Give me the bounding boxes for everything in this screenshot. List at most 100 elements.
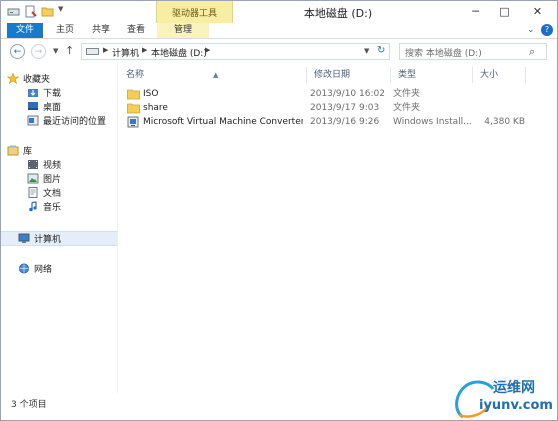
address-history-icon[interactable]: ▼ <box>364 47 369 55</box>
drive-tools-context-header: 驱动器工具 <box>156 1 233 23</box>
address-bar[interactable]: ▶ 计算机 ▶ 本地磁盘 (D:) ▶ ▼ ↻ <box>81 43 390 60</box>
properties-icon[interactable] <box>24 5 37 18</box>
file-type: Windows Install... <box>393 117 471 127</box>
nav-libraries-label: 库 <box>23 146 33 157</box>
nav-favorites[interactable]: 收藏夹 <box>1 71 117 85</box>
nav-item-label: 图片 <box>43 174 62 185</box>
nav-item-label: 最近访问的位置 <box>43 116 107 127</box>
table-row[interactable]: ISO 2013/9/10 16:02 文件夹 <box>125 87 531 101</box>
nav-network-label: 网络 <box>34 264 53 275</box>
drive-icon[interactable] <box>7 5 20 18</box>
file-type: 文件夹 <box>393 89 421 99</box>
file-date: 2013/9/10 16:02 <box>310 89 385 99</box>
nav-item-videos[interactable]: 视频 <box>1 157 117 171</box>
column-header-label: 大小 <box>480 70 499 80</box>
file-size <box>471 101 525 115</box>
nav-item-desktop[interactable]: 桌面 <box>1 99 117 113</box>
close-button[interactable]: ✕ <box>519 1 556 21</box>
file-size <box>471 87 525 101</box>
pictures-icon <box>27 173 39 184</box>
breadcrumb-computer[interactable]: 计算机 <box>112 46 139 59</box>
watermark-domain: iyunv.com <box>479 398 553 413</box>
up-arrow-icon[interactable]: ↑ <box>65 44 74 57</box>
watermark-brand: 运维网 <box>493 380 535 396</box>
pane-divider[interactable] <box>117 63 118 393</box>
forward-arrow-icon: → <box>34 46 43 57</box>
nav-item-label: 下载 <box>43 88 62 99</box>
column-header-size[interactable]: 大小 <box>473 67 526 83</box>
nav-libraries[interactable]: 库 <box>1 143 117 157</box>
tab-home[interactable]: 主页 <box>49 23 81 38</box>
table-row[interactable]: Microsoft Virtual Machine Converter ... … <box>125 115 531 129</box>
tab-view[interactable]: 查看 <box>121 23 151 38</box>
file-date: 2013/9/17 9:03 <box>310 103 380 113</box>
context-group-label: 驱动器工具 <box>171 9 217 19</box>
navigation-pane: 收藏夹 下载 桌面 最近访问的位置 库 视频 图片 文档 音乐 计算机 网络 <box>1 63 117 393</box>
navigation-bar: ← → ▼ ↑ ▶ 计算机 ▶ 本地磁盘 (D:) ▶ ▼ ↻ 搜索 本地磁盘 … <box>1 40 557 62</box>
nav-computer[interactable]: 计算机 <box>1 231 117 246</box>
tab-file[interactable]: 文件 <box>7 23 43 38</box>
sort-ascending-icon: ▲ <box>213 71 219 79</box>
folder-icon <box>127 88 140 100</box>
column-header-label: 名称 <box>126 70 145 80</box>
desktop-icon <box>27 101 39 112</box>
item-count: 3 个项目 <box>11 400 47 410</box>
nav-item-documents[interactable]: 文档 <box>1 185 117 199</box>
downloads-icon <box>27 87 39 98</box>
file-name: ISO <box>143 89 159 99</box>
file-date: 2013/9/16 9:26 <box>310 117 380 127</box>
title-bar: ▼ 驱动器工具 本地磁盘 (D:) ─ □ ✕ <box>1 1 557 23</box>
video-icon <box>27 159 39 170</box>
minimize-button[interactable]: ─ <box>462 1 489 21</box>
folder-icon <box>127 102 140 114</box>
nav-item-label: 桌面 <box>43 102 62 113</box>
help-icon[interactable]: ? <box>541 24 553 36</box>
back-button[interactable]: ← <box>10 44 25 59</box>
tab-share[interactable]: 共享 <box>87 23 115 38</box>
search-box[interactable]: 搜索 本地磁盘 (D:) ⌕ <box>399 43 547 60</box>
recent-places-icon <box>27 115 39 126</box>
installer-icon <box>127 116 140 128</box>
nav-item-music[interactable]: 音乐 <box>1 199 117 213</box>
file-type: 文件夹 <box>393 103 421 113</box>
nav-computer-label: 计算机 <box>34 235 62 245</box>
forward-button[interactable]: → <box>31 44 46 59</box>
computer-icon <box>18 233 30 244</box>
column-header-date[interactable]: 修改日期 <box>307 67 391 83</box>
breadcrumb-drive-d[interactable]: 本地磁盘 (D:) <box>151 46 207 59</box>
computer-small-icon <box>86 48 99 55</box>
explorer-window: ▼ 驱动器工具 本地磁盘 (D:) ─ □ ✕ 文件 主页 共享 查看 管理 ⌄… <box>0 0 558 421</box>
maximize-button[interactable]: □ <box>491 1 518 21</box>
nav-item-recent-places[interactable]: 最近访问的位置 <box>1 113 117 127</box>
nav-item-downloads[interactable]: 下载 <box>1 85 117 99</box>
refresh-icon[interactable]: ↻ <box>377 45 385 56</box>
breadcrumb-separator-icon[interactable]: ▶ <box>205 46 210 54</box>
column-header-label: 类型 <box>398 70 417 80</box>
window-title: 本地磁盘 (D:) <box>303 7 373 20</box>
star-icon <box>6 72 20 84</box>
column-header-label: 修改日期 <box>314 70 351 80</box>
table-row[interactable]: share 2013/9/17 9:03 文件夹 <box>125 101 531 115</box>
file-name: Microsoft Virtual Machine Converter ... <box>143 117 303 127</box>
nav-favorites-label: 收藏夹 <box>23 74 51 85</box>
file-size: 4,380 KB <box>484 117 525 127</box>
expand-ribbon-icon[interactable]: ⌄ <box>527 25 535 35</box>
music-icon <box>27 200 39 212</box>
nav-network[interactable]: 网络 <box>1 261 117 275</box>
new-folder-icon[interactable] <box>41 5 54 18</box>
search-icon[interactable]: ⌕ <box>529 45 535 59</box>
back-arrow-icon: ← <box>13 46 22 57</box>
breadcrumb-separator-icon[interactable]: ▶ <box>103 46 108 54</box>
breadcrumb-separator-icon[interactable]: ▶ <box>142 46 147 54</box>
tab-manage[interactable]: 管理 <box>157 23 209 38</box>
ribbon-tabs: 文件 主页 共享 查看 管理 ⌄ ? <box>1 23 557 39</box>
search-input[interactable]: 搜索 本地磁盘 (D:) <box>405 46 482 59</box>
nav-item-label: 文档 <box>43 188 62 199</box>
recent-locations-icon[interactable]: ▼ <box>53 47 58 55</box>
column-header-name[interactable]: 名称 ▲ <box>119 67 307 83</box>
nav-item-pictures[interactable]: 图片 <box>1 171 117 185</box>
column-header-type[interactable]: 类型 <box>391 67 473 83</box>
documents-icon <box>27 186 39 198</box>
site-watermark: 运维网 iyunv.com <box>449 371 558 421</box>
qat-customize-icon[interactable]: ▼ <box>58 5 66 18</box>
